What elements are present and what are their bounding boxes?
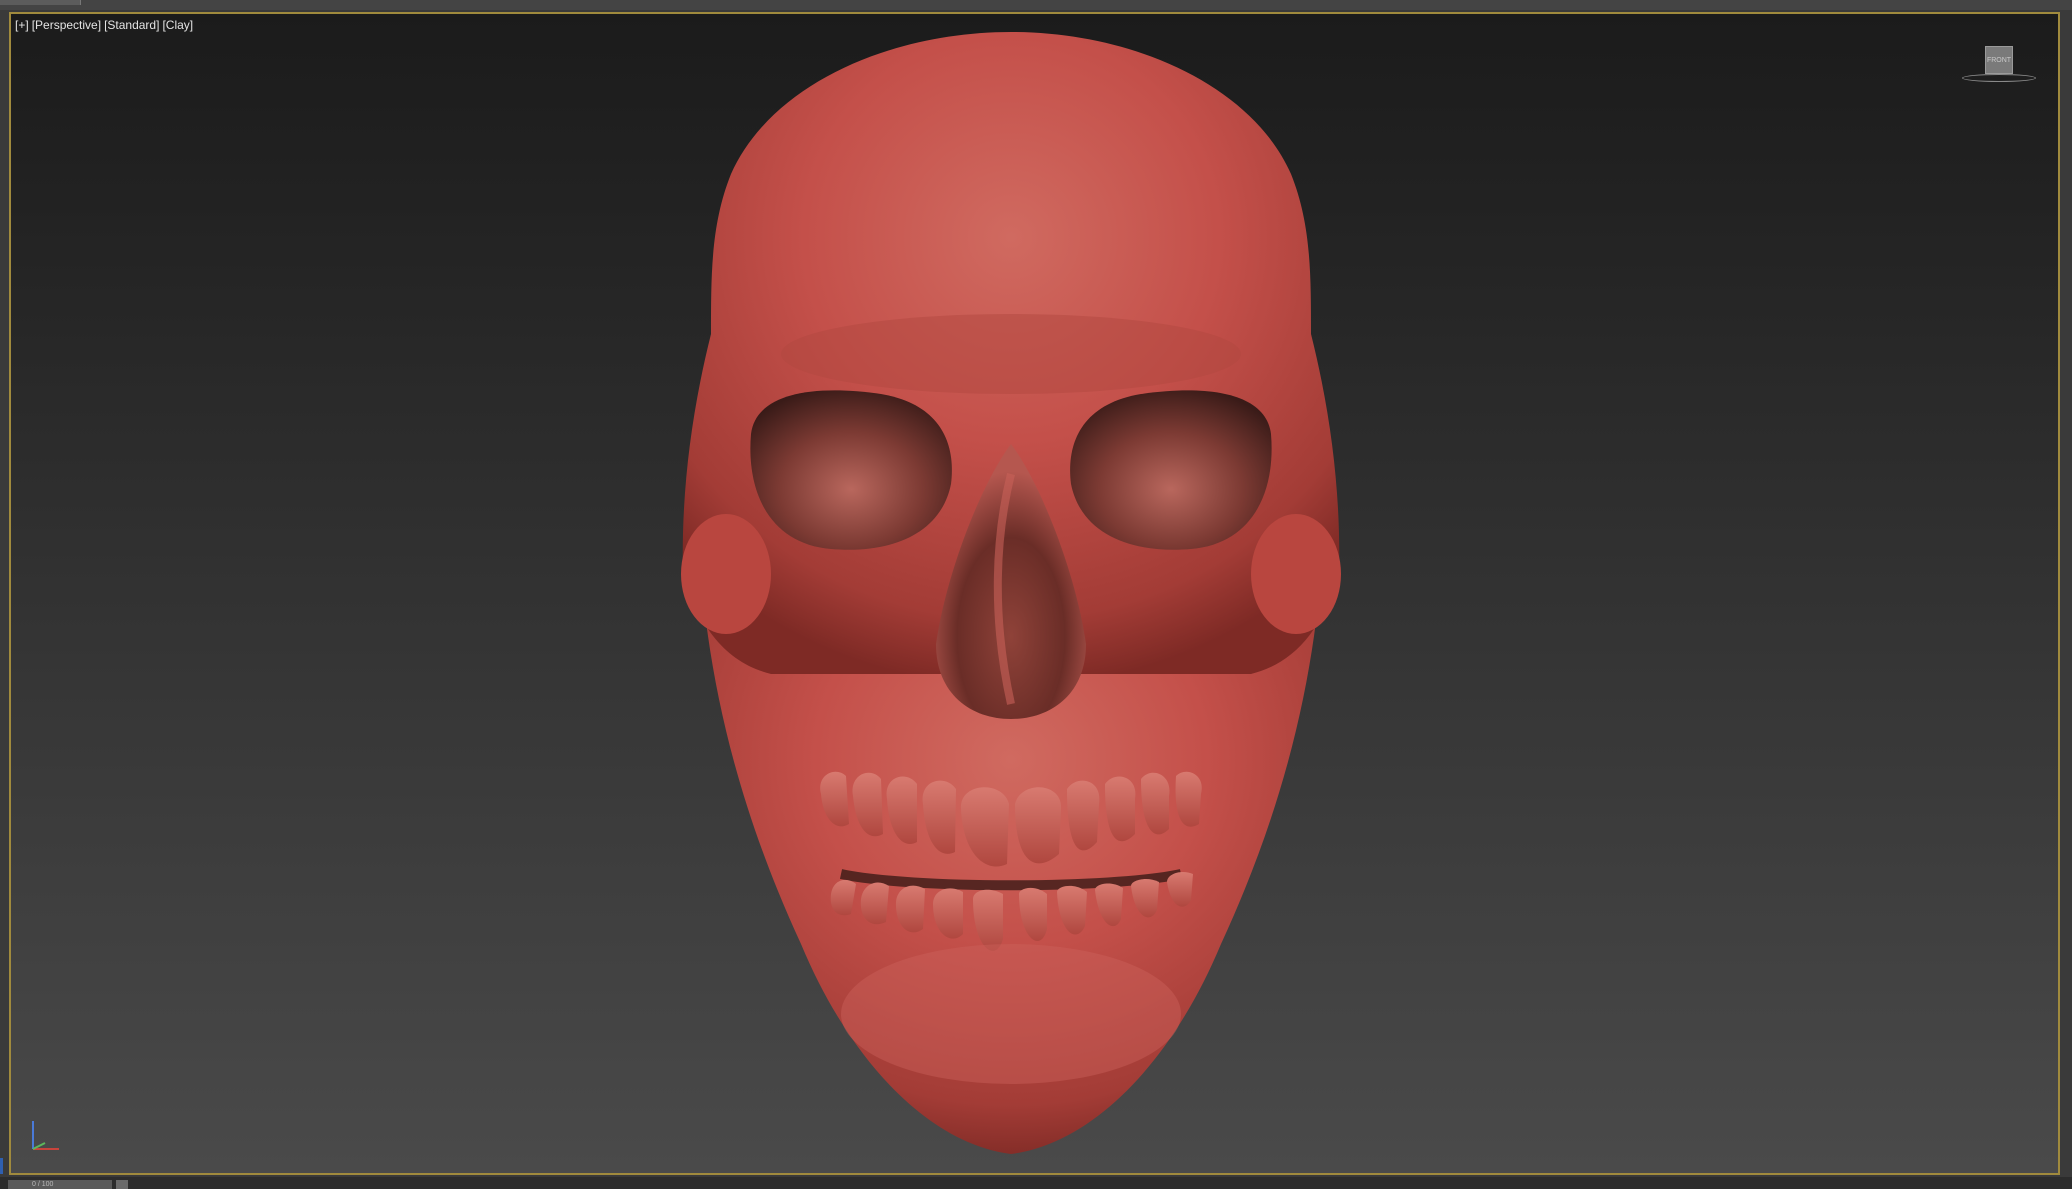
- viewcube[interactable]: FRONT: [1952, 46, 2042, 96]
- axis-tripod-icon: [32, 1121, 59, 1150]
- timeline-strip: 0 / 100: [0, 1177, 2072, 1189]
- skull-model[interactable]: [11, 14, 2058, 1173]
- time-slider[interactable]: 0 / 100: [8, 1180, 112, 1189]
- perspective-viewport[interactable]: [+] [Perspective] [Standard] [Clay] FRONT: [9, 12, 2060, 1175]
- viewport-label: [+] [Perspective] [Standard] [Clay]: [15, 18, 196, 32]
- left-edge-marker: [0, 1158, 3, 1174]
- right-eye-socket: [1070, 390, 1272, 550]
- viewcube-compass-ring[interactable]: [1962, 74, 2036, 82]
- viewport-view-menu[interactable]: [Perspective]: [32, 18, 101, 32]
- left-eye-socket: [750, 390, 952, 550]
- viewport-shading-menu[interactable]: [Standard]: [104, 18, 159, 32]
- app-window: [+] [Perspective] [Standard] [Clay] FRONT 0…: [0, 0, 2072, 1189]
- viewport-menu-plus[interactable]: [+]: [15, 18, 29, 32]
- top-toolbar-strip: [0, 0, 2072, 10]
- time-slider-next-button[interactable]: [116, 1180, 128, 1189]
- top-tab[interactable]: [0, 0, 81, 5]
- viewcube-front-face[interactable]: FRONT: [1985, 46, 2013, 74]
- viewport-style-menu[interactable]: [Clay]: [162, 18, 193, 32]
